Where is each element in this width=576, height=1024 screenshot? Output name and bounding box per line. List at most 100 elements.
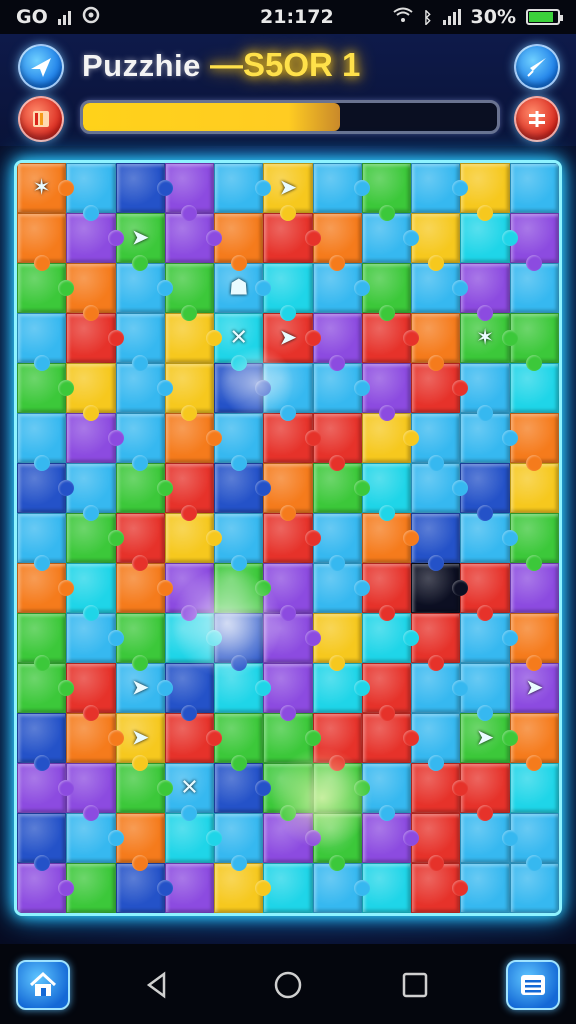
cell-signal-icon [442, 9, 461, 25]
puzzle-knob [378, 405, 395, 421]
plane-icon: ➤ [475, 725, 495, 751]
puzzle-knob [304, 830, 321, 846]
puzzle-piece[interactable] [214, 163, 272, 213]
puzzle-knob [279, 705, 296, 721]
clock: 21:172 [260, 6, 334, 28]
puzzle-knob [33, 755, 50, 771]
book-icon[interactable] [18, 96, 64, 142]
puzzle-knob [206, 430, 223, 446]
puzzle-knob [501, 330, 518, 346]
puzzle-knob [304, 230, 321, 246]
puzzle-piece[interactable] [509, 163, 559, 213]
puzzle-knob [230, 455, 247, 471]
puzzle-knob [353, 880, 370, 896]
puzzle-piece[interactable] [17, 613, 67, 671]
puzzle-knob [501, 230, 518, 246]
puzzle-knob [477, 205, 494, 221]
puzzle-piece[interactable] [17, 713, 67, 771]
puzzle-knob [33, 355, 50, 371]
puzzle-knob [206, 330, 223, 346]
status-bar: GO 21:172 ᛒ 30% [0, 0, 576, 34]
puzzle-piece[interactable] [17, 213, 67, 271]
puzzle-knob [107, 830, 124, 846]
palm-icon: ✶ [475, 325, 495, 351]
puzzle-piece[interactable] [17, 413, 67, 471]
puzzle-knob [279, 205, 296, 221]
game-header: Puzzhie —S5OR 1 [0, 34, 576, 146]
puzzle-knob [82, 605, 99, 621]
list-icon[interactable] [506, 960, 560, 1010]
puzzle-knob [156, 680, 173, 696]
puzzle-knob [427, 855, 444, 871]
puzzle-knob [156, 880, 173, 896]
puzzle-knob [230, 355, 247, 371]
menu-icon[interactable] [514, 96, 560, 142]
plane-icon: ➤ [278, 325, 298, 351]
puzzle-knob [477, 705, 494, 721]
puzzle-knob [82, 805, 99, 821]
puzzle-piece[interactable] [115, 163, 173, 213]
puzzle-piece[interactable] [17, 513, 67, 571]
puzzle-knob [378, 705, 395, 721]
puzzle-knob [427, 655, 444, 671]
puzzle-piece[interactable] [312, 163, 370, 213]
plane-icon[interactable] [18, 44, 64, 90]
puzzle-knob [230, 555, 247, 571]
puzzle-knob [107, 630, 124, 646]
puzzle-knob [378, 205, 395, 221]
cross-icon: ✕ [180, 775, 199, 801]
puzzle-knob [107, 330, 124, 346]
puzzle-knob [304, 430, 321, 446]
puzzle-piece[interactable]: ✶ [17, 163, 75, 213]
puzzle-grid: ✶ ➤ ➤ ☗ ✕ ➤ ✶ ➤ ➤ ➤ ➤ ✕ [17, 163, 559, 913]
puzzle-knob [206, 730, 223, 746]
home-icon[interactable] [16, 960, 70, 1010]
puzzle-knob [230, 755, 247, 771]
puzzle-knob [304, 730, 321, 746]
puzzle-knob [427, 355, 444, 371]
battery-percent: 30% [470, 6, 516, 28]
puzzle-knob [353, 380, 370, 396]
puzzle-knob [304, 630, 321, 646]
navigation-bar [0, 944, 576, 1024]
puzzle-knob [501, 430, 518, 446]
circle-home-icon[interactable] [271, 968, 305, 1002]
carrier-label: GO [16, 6, 48, 28]
puzzle-knob [427, 755, 444, 771]
back-icon[interactable] [140, 968, 174, 1002]
plane-icon: ➤ [130, 225, 150, 251]
puzzle-knob [82, 505, 99, 521]
puzzle-knob [477, 305, 494, 321]
puzzle-knob [279, 405, 296, 421]
puzzle-knob [82, 205, 99, 221]
puzzle-knob [353, 280, 370, 296]
puzzle-knob [156, 480, 173, 496]
recents-icon[interactable] [398, 968, 432, 1002]
puzzle-piece[interactable] [17, 813, 67, 871]
puzzle-knob [82, 305, 99, 321]
puzzle-board[interactable]: ✶ ➤ ➤ ☗ ✕ ➤ ✶ ➤ ➤ ➤ ➤ ✕ [14, 160, 562, 916]
puzzle-knob [353, 180, 370, 196]
puzzle-knob [107, 730, 124, 746]
puzzle-knob [477, 805, 494, 821]
puzzle-knob [279, 305, 296, 321]
plane-icon: ➤ [525, 675, 544, 701]
puzzle-knob [378, 605, 395, 621]
puzzle-knob [501, 530, 518, 546]
puzzle-knob [477, 405, 494, 421]
plane-icon: ➤ [278, 175, 298, 201]
plane-icon: ➤ [130, 675, 150, 701]
puzzle-knob [206, 830, 223, 846]
puzzle-knob [304, 530, 321, 546]
rocket-icon[interactable] [514, 44, 560, 90]
puzzle-knob [156, 580, 173, 596]
puzzle-knob [501, 630, 518, 646]
puzzle-piece[interactable] [17, 313, 67, 371]
progress-fill [83, 103, 340, 131]
puzzle-knob [206, 230, 223, 246]
game-title: Puzzhie [82, 48, 201, 83]
puzzle-piece[interactable] [411, 163, 469, 213]
wifi-icon [393, 6, 413, 28]
puzzle-knob [378, 505, 395, 521]
puzzle-knob [156, 780, 173, 796]
